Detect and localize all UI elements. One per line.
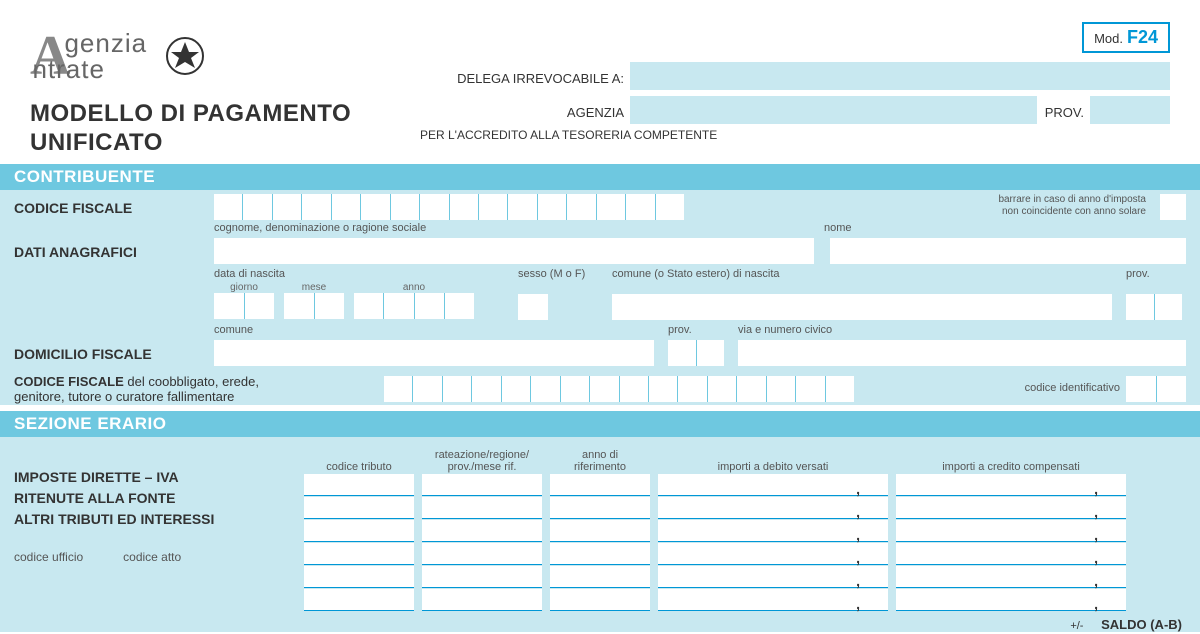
erario-row: , , — [304, 566, 1186, 588]
erario-category-labels: IMPOSTE DIRETTE – IVA RITENUTE ALLA FONT… — [14, 467, 304, 530]
prov-field[interactable] — [1090, 96, 1170, 124]
prov-nascita-label: prov. — [1126, 268, 1186, 280]
comune-dom-input[interactable] — [214, 340, 654, 366]
erario-row: , , — [304, 497, 1186, 519]
cognome-sublabel: cognome, denominazione o ragione sociale — [214, 222, 794, 234]
section-contribuente-bar: CONTRIBUENTE — [0, 164, 1200, 190]
codice-atto-label: codice atto — [123, 550, 181, 564]
comune-label: comune — [214, 324, 654, 336]
logo-line2: ntrate — [32, 56, 147, 82]
codice-tributo-input[interactable] — [304, 474, 414, 496]
codice-ufficio-label: codice ufficio — [14, 550, 83, 564]
dati-anagrafici-label: DATI ANAGRAFICI — [14, 238, 214, 260]
cognome-input[interactable] — [214, 238, 814, 264]
coobbligato-label: CODICE FISCALE del coobbligato, erede, g… — [14, 374, 384, 405]
data-nascita-label: data di nascita — [214, 268, 504, 280]
erario-area: IMPOSTE DIRETTE – IVA RITENUTE ALLA FONT… — [0, 437, 1200, 632]
mese-input[interactable] — [284, 293, 344, 319]
erario-row: , , — [304, 520, 1186, 542]
agenzia-field[interactable] — [630, 96, 1037, 124]
via-input[interactable] — [738, 340, 1186, 366]
cf-coobbligato-input[interactable] — [384, 376, 854, 402]
tesoreria-note: PER L'ACCREDITO ALLA TESORERIA COMPETENT… — [420, 128, 1170, 142]
codice-ident-label: codice identificativo — [1025, 382, 1120, 394]
mod-code-box: Mod.F24 — [1082, 22, 1170, 53]
erario-row: , , — [304, 589, 1186, 611]
giorno-input[interactable] — [214, 293, 274, 319]
agency-logo: A genzia ntrate — [30, 30, 420, 82]
codice-fiscale-input[interactable] — [214, 194, 684, 220]
state-emblem-icon — [163, 34, 207, 78]
erario-row: , , — [304, 474, 1186, 496]
logo-title-block: A genzia ntrate MODELLO DI PAGAMENTO UNI… — [30, 30, 420, 158]
barrare-checkbox[interactable] — [1160, 194, 1186, 220]
prov-dom-label: prov. — [668, 324, 724, 336]
via-label: via e numero civico — [738, 324, 1186, 336]
saldo-label: +/- SALDO (A-B) — [304, 617, 1186, 632]
section-erario-bar: SEZIONE ERARIO — [0, 411, 1200, 437]
comune-nascita-label: comune (o Stato estero) di nascita — [612, 268, 1112, 280]
prov-dom-input[interactable] — [668, 340, 724, 366]
contribuente-area: CODICE FISCALE barrare in caso di anno d… — [0, 190, 1200, 405]
rateazione-input[interactable] — [422, 474, 542, 496]
debito-input[interactable]: , — [658, 474, 888, 496]
delega-label: DELEGA IRREVOCABILE A: — [420, 71, 630, 90]
erario-table: codice tributo rateazione/regione/prov./… — [304, 443, 1186, 632]
erario-row: , , — [304, 543, 1186, 565]
nome-sublabel: nome — [824, 222, 852, 234]
comune-nascita-input[interactable] — [612, 294, 1112, 320]
header-area: A genzia ntrate MODELLO DI PAGAMENTO UNI… — [0, 0, 1200, 158]
codice-ident-input[interactable] — [1126, 376, 1186, 402]
header-right: Mod.F24 DELEGA IRREVOCABILE A: AGENZIA P… — [420, 30, 1170, 142]
sesso-label: sesso (M o F) — [518, 268, 598, 280]
nome-input[interactable] — [830, 238, 1186, 264]
anno-rif-input[interactable] — [550, 474, 650, 496]
agenzia-label: AGENZIA — [420, 105, 630, 124]
delega-field[interactable] — [630, 62, 1170, 90]
prov-label: PROV. — [1045, 105, 1090, 124]
anno-input[interactable] — [354, 293, 474, 319]
barrare-note: barrare in caso di anno d'imposta non co… — [998, 194, 1146, 218]
codice-fiscale-label: CODICE FISCALE — [14, 194, 214, 216]
credito-input[interactable]: , — [896, 474, 1126, 496]
prov-nascita-input[interactable] — [1126, 294, 1182, 320]
logo-line1: genzia — [64, 30, 147, 56]
domicilio-label: DOMICILIO FISCALE — [14, 340, 214, 362]
form-title: MODELLO DI PAGAMENTO UNIFICATO — [30, 100, 420, 158]
sesso-input[interactable] — [518, 294, 548, 320]
